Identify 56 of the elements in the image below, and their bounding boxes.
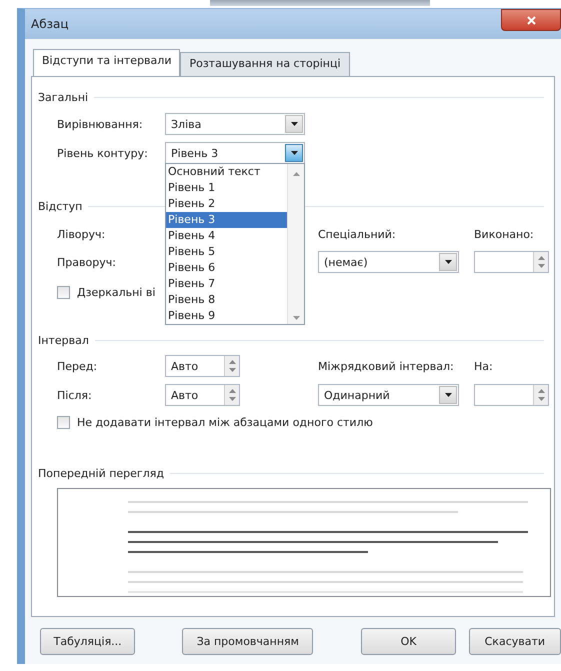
- dropdown-option[interactable]: Рівень 8: [166, 292, 287, 308]
- field-label: Рівень контуру:: [57, 146, 149, 160]
- dialog-button[interactable]: OK: [361, 628, 456, 655]
- field-label: Після:: [57, 388, 93, 402]
- dropdown-option[interactable]: Рівень 5: [166, 244, 287, 260]
- alignment-dropdown[interactable]: Зліва: [165, 113, 305, 135]
- dropdown-option[interactable]: Рівень 2: [166, 196, 287, 212]
- field-label: Спеціальний:: [318, 228, 397, 241]
- dropdown-arrow-icon: [444, 393, 452, 397]
- field-label: Виконано:: [474, 228, 535, 241]
- dialog-button[interactable]: Скасувати: [468, 628, 561, 655]
- scroll-down-icon: [292, 316, 300, 320]
- spin-arrows-icon: [538, 389, 544, 401]
- dropdown-arrow-icon: [444, 260, 452, 264]
- section-heading: Інтервал: [38, 334, 89, 346]
- tab[interactable]: Розташування на сторінці: [180, 52, 350, 76]
- tab[interactable]: Відступи та інтервали: [33, 49, 180, 76]
- dropdown-option[interactable]: Рівень 6: [166, 260, 287, 276]
- indent-by-field[interactable]: [474, 251, 549, 273]
- checkbox[interactable]: [57, 416, 70, 429]
- special-indent-dropdown[interactable]: (немає): [318, 251, 459, 273]
- checkbox-label: Не додавати інтервал між абзацами одного стилю: [77, 416, 373, 429]
- spin-arrows-icon: [228, 389, 236, 401]
- dropdown-option[interactable]: Рівень 4: [166, 228, 287, 244]
- section-heading: Загальні: [38, 90, 88, 104]
- spin-arrows-icon: [228, 360, 236, 372]
- dropdown-option[interactable]: Рівень 9: [166, 308, 287, 324]
- dropdown-option[interactable]: Рівень 3: [166, 212, 287, 228]
- dropdown-option[interactable]: Рівень 1: [166, 180, 287, 196]
- dialog-button[interactable]: За промовчанням: [182, 628, 314, 655]
- field-label: Ліворуч:: [57, 228, 106, 241]
- spacing-after-field[interactable]: Авто: [165, 384, 240, 406]
- field-label: Міжрядковий інтервал:: [318, 360, 455, 372]
- section-heading: Відступ: [38, 200, 82, 212]
- field-label: Вирівнювання:: [57, 118, 144, 130]
- close-icon: [526, 16, 536, 24]
- window-title: Абзац: [30, 17, 69, 31]
- scroll-up-icon: [292, 172, 300, 176]
- scrollbar[interactable]: [287, 164, 304, 324]
- dropdown-option[interactable]: Основний текст: [166, 164, 287, 180]
- dropdown-arrow-icon: [290, 122, 298, 126]
- dropdown-option[interactable]: Рівень 7: [166, 276, 287, 292]
- outline-level-dropdown[interactable]: Рівень 3: [165, 142, 305, 164]
- field-label: На:: [474, 360, 494, 372]
- section-heading: Попередній перегляд: [38, 466, 164, 480]
- field-label: Перед:: [57, 360, 98, 372]
- field-label: Праворуч:: [57, 256, 117, 268]
- checkbox[interactable]: [57, 286, 70, 299]
- checkbox-label: Дзеркальні ві: [77, 286, 156, 299]
- spacing-before-field[interactable]: Авто: [165, 355, 240, 377]
- dialog-button[interactable]: Табуляція...: [40, 628, 136, 655]
- line-spacing-at-field[interactable]: [474, 384, 549, 406]
- close-button[interactable]: [501, 9, 561, 31]
- line-spacing-dropdown[interactable]: Одинарний: [318, 384, 459, 406]
- dropdown-arrow-icon: [290, 151, 298, 155]
- spin-arrows-icon: [538, 256, 544, 268]
